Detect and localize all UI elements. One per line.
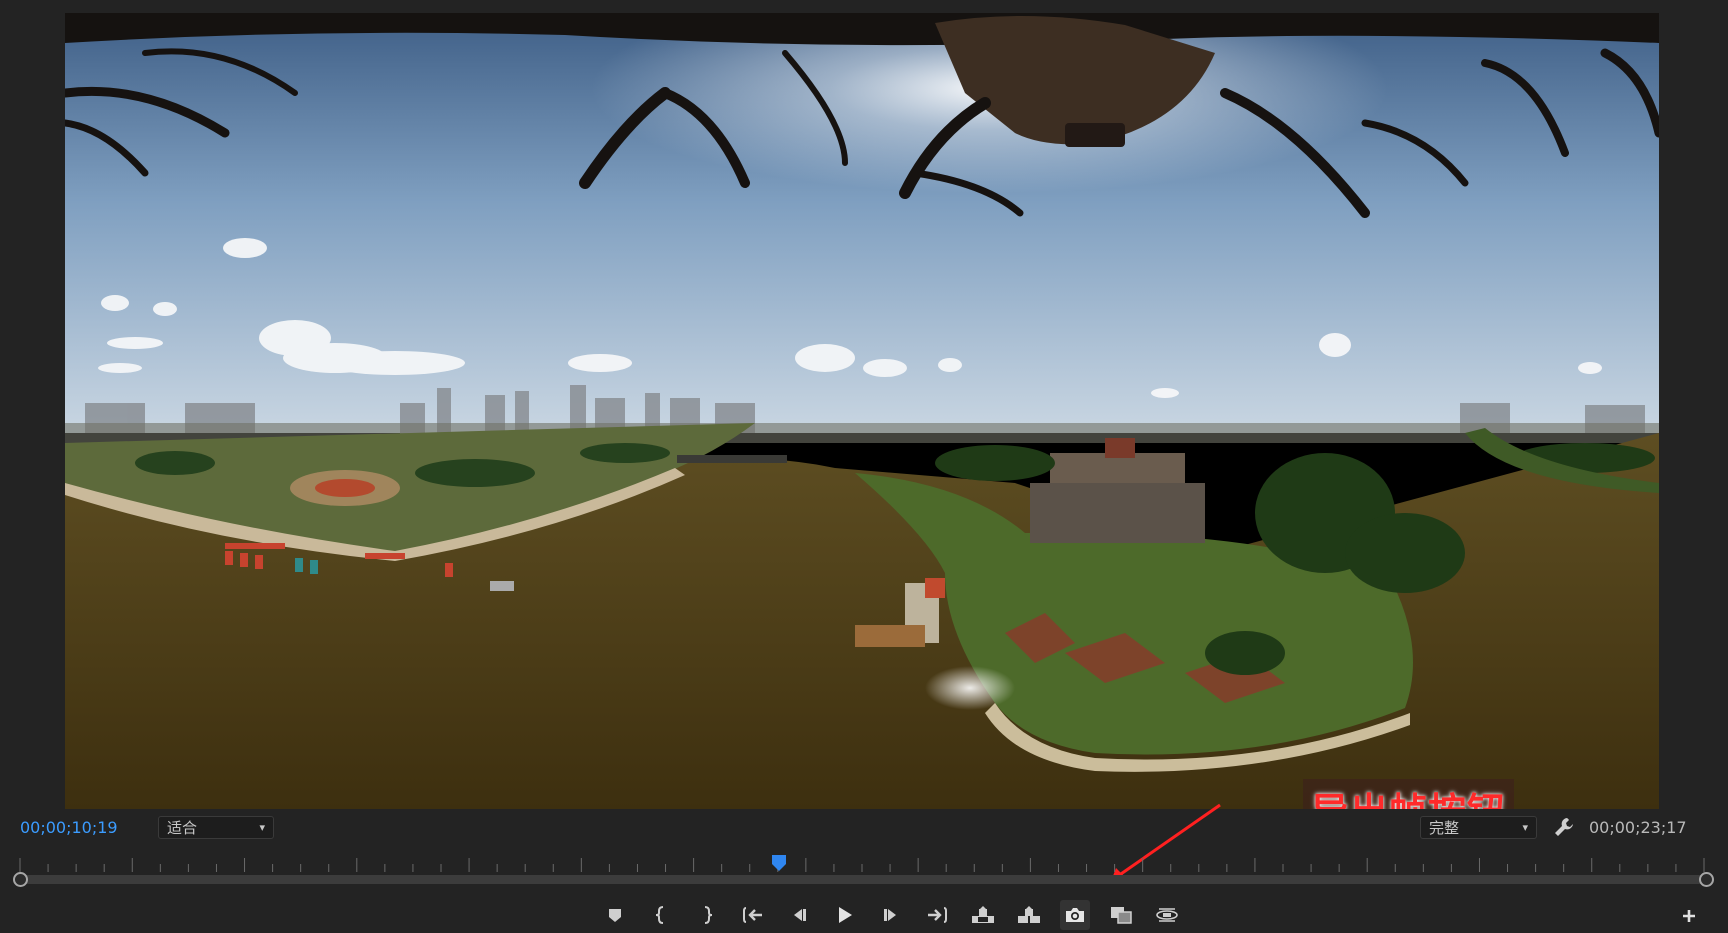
go-to-out-button[interactable] — [922, 900, 952, 930]
panorama-image — [65, 13, 1659, 809]
go-to-in-icon — [743, 907, 762, 923]
playback-resolution-value: 完整 — [1429, 819, 1460, 837]
chevron-down-icon: ▾ — [1522, 821, 1528, 834]
go-to-out-icon — [928, 907, 947, 923]
vr-icon — [1156, 908, 1178, 922]
step-back-icon — [794, 909, 806, 921]
extract-button[interactable] — [1014, 900, 1044, 930]
extract-icon — [1018, 906, 1040, 923]
transport-controls — [600, 900, 1198, 930]
marker-icon — [609, 909, 621, 922]
play-icon — [839, 907, 852, 923]
step-forward-icon — [884, 909, 896, 921]
playhead-marker[interactable] — [771, 854, 787, 872]
vr-video-button[interactable] — [1152, 900, 1182, 930]
step-forward-button[interactable] — [876, 900, 906, 930]
export-frame-button[interactable] — [1060, 900, 1090, 930]
scroll-bar-left-handle[interactable] — [13, 872, 28, 887]
scroll-bar-right-handle[interactable] — [1699, 872, 1714, 887]
chevron-down-icon: ▾ — [259, 821, 265, 834]
camera-icon — [1066, 908, 1084, 922]
step-back-button[interactable] — [784, 900, 814, 930]
export-frame-annotation: 导出帧按钮 — [1303, 779, 1515, 809]
zoom-level-value: 适合 — [167, 819, 198, 837]
mark-in-icon — [655, 906, 664, 924]
current-timecode[interactable]: 00;00;10;19 — [20, 818, 118, 837]
mark-in-button[interactable] — [646, 900, 676, 930]
button-editor-add-icon[interactable] — [1678, 905, 1700, 927]
duration-timecode: 00;00;23;17 — [1589, 818, 1687, 837]
go-to-in-button[interactable] — [738, 900, 768, 930]
program-monitor: 导出帧按钮 00;00;10;19 适合 ▾ 完整 ▾ 00;00;23;17 — [0, 0, 1728, 933]
zoom-scroll-bar[interactable] — [20, 875, 1706, 884]
mark-out-button[interactable] — [692, 900, 722, 930]
add-marker-button[interactable] — [600, 900, 630, 930]
settings-wrench-icon[interactable] — [1553, 816, 1575, 838]
lift-icon — [972, 906, 994, 923]
lift-button[interactable] — [968, 900, 998, 930]
mark-out-icon — [704, 906, 713, 924]
video-frame[interactable]: 导出帧按钮 — [65, 13, 1659, 809]
playback-resolution-select[interactable]: 完整 ▾ — [1420, 816, 1537, 839]
comparison-view-button[interactable] — [1106, 900, 1136, 930]
comparison-icon — [1111, 907, 1132, 924]
play-button[interactable] — [830, 900, 860, 930]
zoom-level-select[interactable]: 适合 ▾ — [158, 816, 274, 839]
